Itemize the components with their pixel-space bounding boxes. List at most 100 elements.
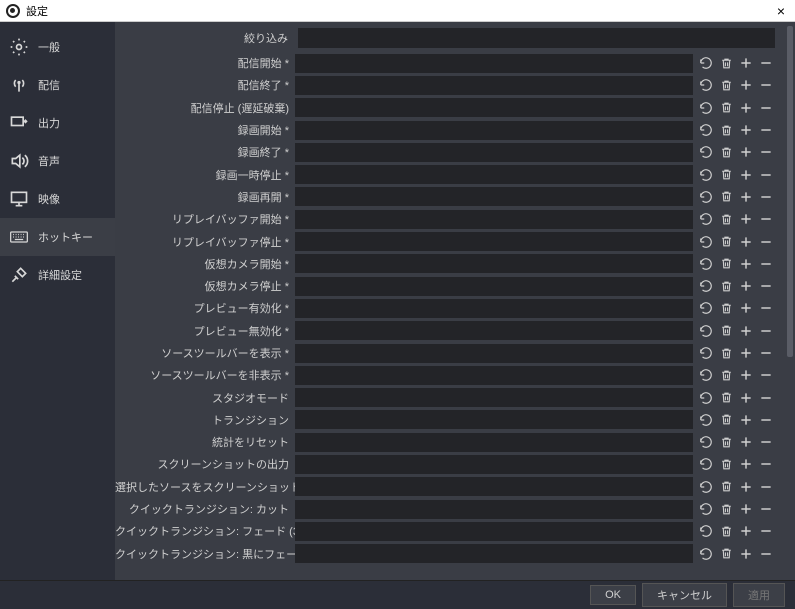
plus-icon[interactable] bbox=[737, 545, 755, 563]
hotkey-input[interactable] bbox=[295, 277, 693, 296]
hotkey-input[interactable] bbox=[295, 455, 693, 474]
hotkey-input[interactable] bbox=[295, 388, 693, 407]
trash-icon[interactable] bbox=[717, 478, 735, 496]
undo-icon[interactable] bbox=[697, 255, 715, 273]
minus-icon[interactable] bbox=[757, 478, 775, 496]
undo-icon[interactable] bbox=[697, 188, 715, 206]
minus-icon[interactable] bbox=[757, 233, 775, 251]
hotkey-input[interactable] bbox=[295, 500, 693, 519]
hotkey-input[interactable] bbox=[295, 321, 693, 340]
minus-icon[interactable] bbox=[757, 366, 775, 384]
undo-icon[interactable] bbox=[697, 210, 715, 228]
trash-icon[interactable] bbox=[717, 121, 735, 139]
minus-icon[interactable] bbox=[757, 99, 775, 117]
trash-icon[interactable] bbox=[717, 322, 735, 340]
undo-icon[interactable] bbox=[697, 121, 715, 139]
minus-icon[interactable] bbox=[757, 545, 775, 563]
plus-icon[interactable] bbox=[737, 143, 755, 161]
undo-icon[interactable] bbox=[697, 76, 715, 94]
hotkey-input[interactable] bbox=[295, 98, 693, 117]
hotkey-input[interactable] bbox=[295, 54, 693, 73]
trash-icon[interactable] bbox=[717, 545, 735, 563]
trash-icon[interactable] bbox=[717, 188, 735, 206]
plus-icon[interactable] bbox=[737, 188, 755, 206]
minus-icon[interactable] bbox=[757, 299, 775, 317]
scrollbar[interactable] bbox=[785, 22, 795, 580]
plus-icon[interactable] bbox=[737, 255, 755, 273]
trash-icon[interactable] bbox=[717, 255, 735, 273]
plus-icon[interactable] bbox=[737, 389, 755, 407]
plus-icon[interactable] bbox=[737, 121, 755, 139]
minus-icon[interactable] bbox=[757, 188, 775, 206]
minus-icon[interactable] bbox=[757, 121, 775, 139]
plus-icon[interactable] bbox=[737, 522, 755, 540]
sidebar-item-output[interactable]: 出力 bbox=[0, 104, 115, 142]
minus-icon[interactable] bbox=[757, 76, 775, 94]
plus-icon[interactable] bbox=[737, 277, 755, 295]
minus-icon[interactable] bbox=[757, 344, 775, 362]
trash-icon[interactable] bbox=[717, 277, 735, 295]
trash-icon[interactable] bbox=[717, 76, 735, 94]
hotkey-input[interactable] bbox=[295, 210, 693, 229]
trash-icon[interactable] bbox=[717, 210, 735, 228]
plus-icon[interactable] bbox=[737, 54, 755, 72]
minus-icon[interactable] bbox=[757, 522, 775, 540]
minus-icon[interactable] bbox=[757, 455, 775, 473]
plus-icon[interactable] bbox=[737, 166, 755, 184]
undo-icon[interactable] bbox=[697, 389, 715, 407]
minus-icon[interactable] bbox=[757, 500, 775, 518]
hotkey-input[interactable] bbox=[295, 433, 693, 452]
hotkey-input[interactable] bbox=[295, 232, 693, 251]
minus-icon[interactable] bbox=[757, 255, 775, 273]
apply-button[interactable]: 適用 bbox=[733, 583, 785, 607]
undo-icon[interactable] bbox=[697, 500, 715, 518]
plus-icon[interactable] bbox=[737, 433, 755, 451]
undo-icon[interactable] bbox=[697, 99, 715, 117]
undo-icon[interactable] bbox=[697, 277, 715, 295]
trash-icon[interactable] bbox=[717, 344, 735, 362]
undo-icon[interactable] bbox=[697, 344, 715, 362]
trash-icon[interactable] bbox=[717, 433, 735, 451]
undo-icon[interactable] bbox=[697, 299, 715, 317]
plus-icon[interactable] bbox=[737, 478, 755, 496]
close-button[interactable]: × bbox=[773, 3, 789, 19]
plus-icon[interactable] bbox=[737, 411, 755, 429]
plus-icon[interactable] bbox=[737, 299, 755, 317]
undo-icon[interactable] bbox=[697, 455, 715, 473]
plus-icon[interactable] bbox=[737, 366, 755, 384]
trash-icon[interactable] bbox=[717, 366, 735, 384]
hotkey-input[interactable] bbox=[295, 121, 693, 140]
trash-icon[interactable] bbox=[717, 166, 735, 184]
plus-icon[interactable] bbox=[737, 76, 755, 94]
plus-icon[interactable] bbox=[737, 500, 755, 518]
sidebar-item-hotkeys[interactable]: ホットキー bbox=[0, 218, 115, 256]
minus-icon[interactable] bbox=[757, 411, 775, 429]
trash-icon[interactable] bbox=[717, 143, 735, 161]
hotkey-input[interactable] bbox=[295, 344, 693, 363]
hotkey-input[interactable] bbox=[295, 76, 693, 95]
undo-icon[interactable] bbox=[697, 478, 715, 496]
trash-icon[interactable] bbox=[717, 389, 735, 407]
undo-icon[interactable] bbox=[697, 522, 715, 540]
minus-icon[interactable] bbox=[757, 210, 775, 228]
plus-icon[interactable] bbox=[737, 322, 755, 340]
undo-icon[interactable] bbox=[697, 233, 715, 251]
hotkey-input[interactable] bbox=[295, 299, 693, 318]
undo-icon[interactable] bbox=[697, 545, 715, 563]
plus-icon[interactable] bbox=[737, 233, 755, 251]
hotkey-input[interactable] bbox=[295, 522, 693, 541]
undo-icon[interactable] bbox=[697, 411, 715, 429]
trash-icon[interactable] bbox=[717, 299, 735, 317]
hotkey-input[interactable] bbox=[295, 187, 693, 206]
trash-icon[interactable] bbox=[717, 411, 735, 429]
plus-icon[interactable] bbox=[737, 99, 755, 117]
trash-icon[interactable] bbox=[717, 500, 735, 518]
undo-icon[interactable] bbox=[697, 433, 715, 451]
minus-icon[interactable] bbox=[757, 322, 775, 340]
hotkey-input[interactable] bbox=[295, 165, 693, 184]
minus-icon[interactable] bbox=[757, 143, 775, 161]
sidebar-item-advanced[interactable]: 詳細設定 bbox=[0, 256, 115, 294]
sidebar-item-general[interactable]: 一般 bbox=[0, 28, 115, 66]
filter-input[interactable] bbox=[298, 28, 775, 48]
trash-icon[interactable] bbox=[717, 233, 735, 251]
